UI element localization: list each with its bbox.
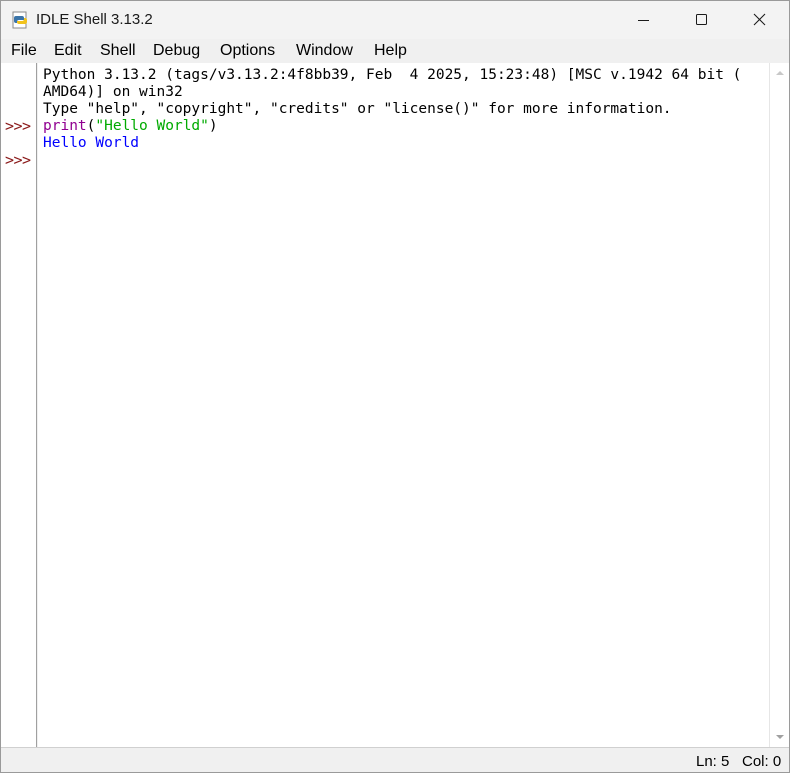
line-number: Ln: 5 [696, 753, 730, 770]
window-title: IDLE Shell 3.13.2 [36, 11, 153, 28]
shell-text-area[interactable]: Python 3.13.2 (tags/v3.13.2:4f8bb39, Feb… [38, 63, 769, 747]
vertical-scrollbar[interactable] [769, 63, 789, 747]
menu-help[interactable]: Help [374, 42, 407, 60]
close-paren: ) [208, 118, 218, 134]
minimize-icon [638, 20, 649, 21]
banner-line: AMD64)] on win32 [43, 84, 183, 100]
menu-window[interactable]: Window [296, 42, 353, 60]
maximize-icon [696, 14, 707, 25]
close-icon [753, 13, 766, 26]
output-line: Hello World [43, 135, 140, 151]
maximize-button[interactable] [672, 1, 730, 39]
prompt-sidebar: >>> >>> [1, 63, 37, 747]
close-button[interactable] [730, 1, 788, 39]
minimize-button[interactable] [614, 1, 672, 39]
shell-prompt: >>> [5, 117, 31, 135]
menu-bar: File Edit Shell Debug Options Window Hel… [1, 39, 789, 63]
scroll-up-icon[interactable] [774, 68, 786, 78]
idle-shell-window: IDLE Shell 3.13.2 File Edit Shell Debug … [0, 0, 790, 773]
banner-line: Python 3.13.2 (tags/v3.13.2:4f8bb39, Feb… [43, 67, 742, 83]
menu-debug[interactable]: Debug [153, 42, 200, 60]
input-line: print("Hello World") [43, 118, 218, 135]
menu-shell[interactable]: Shell [100, 42, 136, 60]
menu-edit[interactable]: Edit [54, 42, 82, 60]
shell-prompt: >>> [5, 151, 31, 169]
string-literal: "Hello World" [95, 118, 209, 134]
python-idle-icon [12, 11, 29, 29]
status-bar: Ln: 5 Col: 0 [1, 747, 789, 772]
scroll-down-icon[interactable] [774, 732, 786, 742]
menu-file[interactable]: File [11, 42, 37, 60]
title-bar[interactable]: IDLE Shell 3.13.2 [1, 1, 789, 39]
column-number: Col: 0 [742, 753, 782, 770]
banner-line: Type "help", "copyright", "credits" or "… [43, 101, 672, 117]
menu-options[interactable]: Options [220, 42, 275, 60]
builtin-print: print [43, 118, 87, 134]
